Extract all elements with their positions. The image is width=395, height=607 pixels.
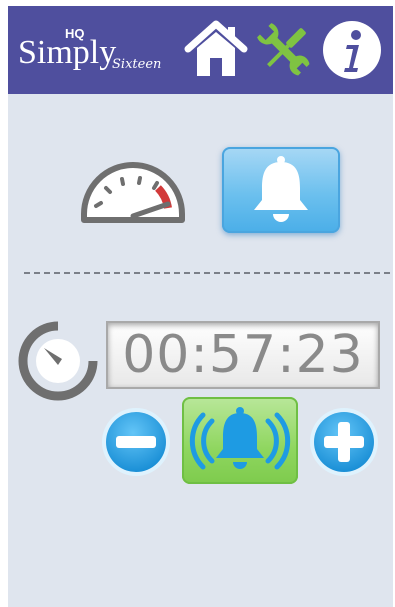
top-bar: HQ Simply Sixteen (8, 6, 393, 94)
section-divider (24, 272, 390, 274)
timer-icon (18, 321, 98, 401)
home-icon (184, 20, 248, 76)
timer-indicator (18, 321, 98, 401)
timer-display[interactable]: 00:57:23 (106, 321, 380, 389)
brand-sixteen: Sixteen (112, 57, 162, 72)
bell-icon (254, 156, 308, 222)
brand-logo: HQ Simply Sixteen (18, 16, 183, 86)
info-icon (323, 21, 381, 79)
speed-button[interactable] (78, 156, 188, 226)
alarm-toggle-button[interactable] (182, 397, 298, 484)
home-button[interactable] (184, 18, 248, 82)
minus-icon (102, 408, 170, 476)
tools-button[interactable] (252, 18, 316, 82)
alarm-button[interactable] (222, 147, 340, 233)
brand-simply: Simply (18, 34, 117, 71)
plus-button[interactable] (308, 406, 380, 478)
minus-button[interactable] (100, 406, 172, 478)
speedometer-icon (81, 162, 185, 223)
ringing-bell-icon (189, 407, 291, 470)
plus-icon (310, 408, 378, 476)
info-button[interactable] (320, 18, 384, 82)
tools-icon (257, 23, 310, 76)
app-screen: HQ Simply Sixteen 00:57:23 (8, 6, 393, 607)
